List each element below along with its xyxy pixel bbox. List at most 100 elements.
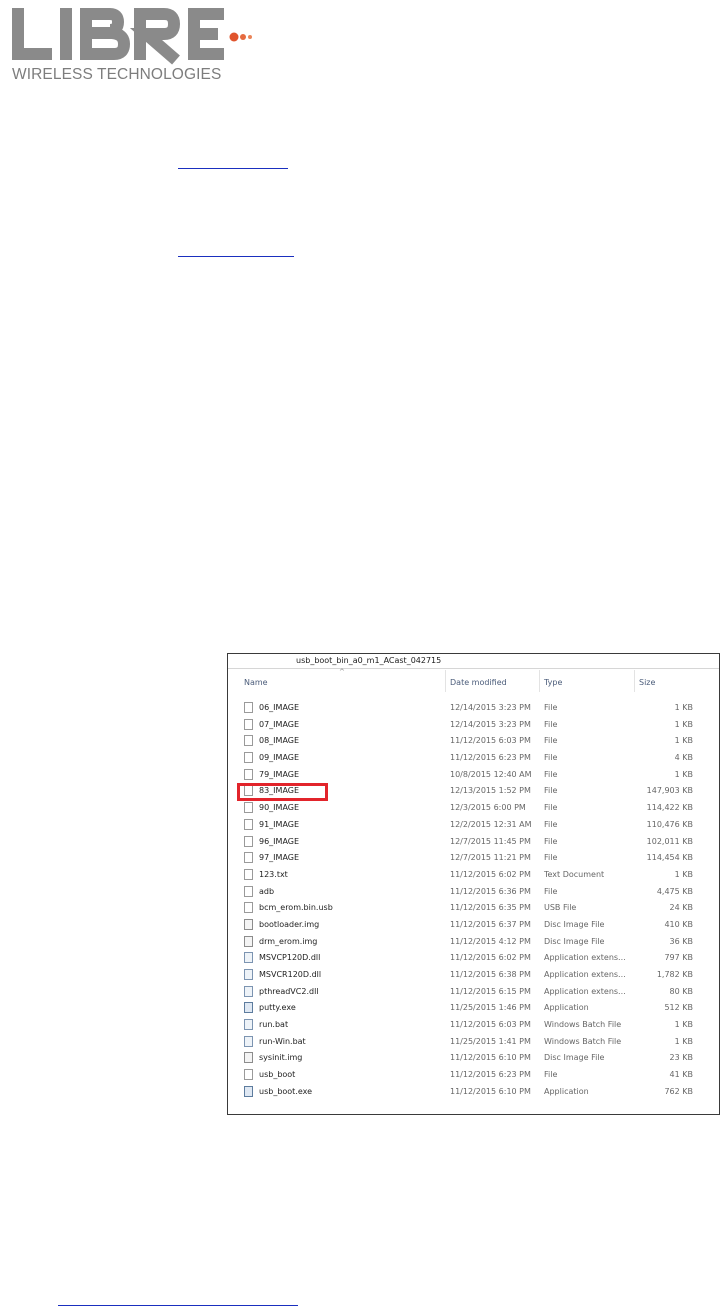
putty-app-icon [244, 1002, 253, 1014]
file-icon [244, 752, 253, 764]
file-date-modified: 11/12/2015 6:15 PM [450, 986, 531, 996]
file-type: File [544, 1070, 558, 1080]
text-file-icon [244, 868, 253, 880]
file-date-modified: 12/2/2015 12:31 AM [450, 819, 532, 829]
file-name: usb_boot [259, 1070, 296, 1080]
file-row[interactable]: usb_boot.exe 11/12/2015 6:10 PM Applicatio… [228, 1084, 719, 1101]
file-row[interactable]: 96_IMAGE 12/7/2015 11:45 PM File 102,011 KB [228, 834, 719, 851]
file-size: 80 KB [669, 986, 693, 996]
file-row[interactable]: run.bat 11/12/2015 6:03 PM Windows Batch F… [228, 1017, 719, 1034]
file-type: File [544, 853, 558, 863]
sort-ascending-icon: ^ [339, 668, 345, 676]
file-row[interactable]: 123.txt 11/12/2015 6:02 PM Text Document 1 … [228, 867, 719, 884]
file-row[interactable]: adb 11/12/2015 6:36 PM File 4,475 KB [228, 884, 719, 901]
file-row[interactable]: 91_IMAGE 12/2/2015 12:31 AM File 110,476 KB [228, 817, 719, 834]
file-name: putty.exe [259, 1003, 296, 1013]
file-date-modified: 11/25/2015 1:46 PM [450, 1003, 531, 1013]
file-row[interactable]: putty.exe 11/25/2015 1:46 PM Application 51… [228, 1000, 719, 1017]
file-icon [244, 702, 253, 713]
file-name: 08_IMAGE [259, 736, 300, 746]
column-size[interactable]: Size [639, 678, 655, 687]
file-date-modified: 12/14/2015 3:23 PM [450, 719, 531, 729]
column-header-row: ^ Name Date modified Type Size [228, 668, 719, 694]
disc-image-icon [244, 935, 253, 947]
file-icon [244, 735, 253, 747]
file-type: File [544, 753, 558, 763]
file-size: 1 KB [674, 1020, 693, 1030]
file-icon [244, 835, 253, 847]
column-name[interactable]: Name [244, 678, 268, 687]
file-size: 410 KB [664, 919, 693, 929]
file-type: Application extens... [544, 970, 626, 979]
file-row[interactable]: 90_IMAGE 12/3/2015 6:00 PM File 114,422 KB [228, 800, 719, 817]
file-row[interactable]: bootloader.img 11/12/2015 6:37 PM Disc Ima… [228, 917, 719, 934]
column-divider[interactable] [539, 670, 540, 692]
file-size: 147,903 KB [646, 786, 693, 796]
file-row[interactable]: bcm_erom.bin.usb 11/12/2015 6:35 PM USB Fi… [228, 900, 719, 917]
file-size: 1 KB [674, 736, 693, 746]
file-name: bcm_erom.bin.usb [259, 903, 333, 913]
hyperlink-2[interactable] [178, 256, 294, 257]
file-row[interactable]: MSVCR120D.dll 11/12/2015 6:38 PM Applicati… [228, 967, 719, 984]
file-row[interactable]: sysinit.img 11/12/2015 6:10 PM Disc Image … [228, 1050, 719, 1067]
file-size: 4,475 KB [656, 886, 693, 896]
file-name: bootloader.img [259, 919, 320, 929]
file-size: 114,422 KB [646, 803, 693, 813]
file-date-modified: 12/13/2015 1:52 PM [450, 786, 531, 796]
file-row[interactable]: 06_IMAGE 12/14/2015 3:23 PM File 1 KB [228, 700, 719, 717]
file-row[interactable]: drm_erom.img 11/12/2015 4:12 PM Disc Image… [228, 934, 719, 951]
file-name: 06_IMAGE [259, 703, 300, 712]
file-date-modified: 12/3/2015 6:00 PM [450, 803, 526, 813]
dll-gear-icon [244, 952, 253, 964]
file-row[interactable]: run-Win.bat 11/25/2015 1:41 PM Windows Bat… [228, 1034, 719, 1051]
file-name: 09_IMAGE [259, 753, 300, 763]
file-name: usb_boot.exe [259, 1086, 313, 1096]
file-type: File [544, 886, 558, 896]
file-name: 79_IMAGE [259, 769, 300, 779]
logo-tagline: WIRELESS TECHNOLOGIES [12, 66, 222, 83]
file-date-modified: 11/25/2015 1:41 PM [450, 1036, 531, 1046]
file-name: 97_IMAGE [259, 853, 300, 863]
file-icon [244, 902, 253, 914]
disc-image-icon [244, 1052, 253, 1064]
file-row[interactable]: 97_IMAGE 12/7/2015 11:21 PM File 114,454 KB [228, 850, 719, 867]
file-row[interactable]: usb_boot 11/12/2015 6:23 PM File 41 KB [228, 1067, 719, 1084]
application-icon [244, 1085, 253, 1097]
file-type: Application extens... [544, 986, 626, 996]
file-explorer-screenshot: usb_boot_bin_a0_m1_ACast_042715 ^ Name D… [227, 653, 720, 1115]
file-row[interactable]: 79_IMAGE 10/8/2015 12:40 AM File 1 KB [228, 767, 719, 784]
file-name: pthreadVC2.dll [259, 986, 319, 996]
file-size: 41 KB [669, 1070, 693, 1080]
file-name: 07_IMAGE [259, 719, 300, 729]
file-type: Application [544, 1003, 589, 1013]
file-row[interactable]: pthreadVC2.dll 11/12/2015 6:15 PM Applicat… [228, 984, 719, 1001]
file-date-modified: 11/12/2015 6:03 PM [450, 736, 531, 746]
file-size: 24 KB [669, 903, 693, 913]
file-icon [244, 885, 253, 897]
file-date-modified: 10/8/2015 12:40 AM [450, 769, 532, 779]
column-divider[interactable] [634, 670, 635, 692]
hyperlink-3[interactable] [58, 1305, 298, 1306]
hyperlink-1[interactable] [178, 168, 288, 169]
file-row[interactable]: MSVCP120D.dll 11/12/2015 6:02 PM Applicati… [228, 950, 719, 967]
file-icon [244, 1069, 253, 1081]
file-name: run-Win.bat [259, 1036, 306, 1046]
file-type: Application extens... [544, 953, 626, 963]
file-date-modified: 11/12/2015 6:03 PM [450, 1020, 531, 1030]
column-divider[interactable] [445, 670, 446, 692]
dll-gear-icon [244, 985, 253, 997]
file-date-modified: 11/12/2015 6:10 PM [450, 1086, 531, 1096]
column-date-modified[interactable]: Date modified [450, 678, 507, 687]
file-row[interactable]: 08_IMAGE 11/12/2015 6:03 PM File 1 KB [228, 733, 719, 750]
file-date-modified: 11/12/2015 6:35 PM [450, 903, 531, 913]
file-size: 762 KB [664, 1086, 693, 1096]
file-row[interactable]: 07_IMAGE 12/14/2015 3:23 PM File 1 KB [228, 717, 719, 734]
column-type[interactable]: Type [544, 678, 562, 687]
logo-dots [229, 32, 252, 42]
file-date-modified: 11/12/2015 6:02 PM [450, 953, 531, 963]
batch-file-icon [244, 1019, 253, 1031]
file-size: 1 KB [674, 719, 693, 729]
file-row[interactable]: 09_IMAGE 11/12/2015 6:23 PM File 4 KB [228, 750, 719, 767]
file-size: 110,476 KB [646, 819, 693, 829]
file-size: 797 KB [664, 953, 693, 963]
